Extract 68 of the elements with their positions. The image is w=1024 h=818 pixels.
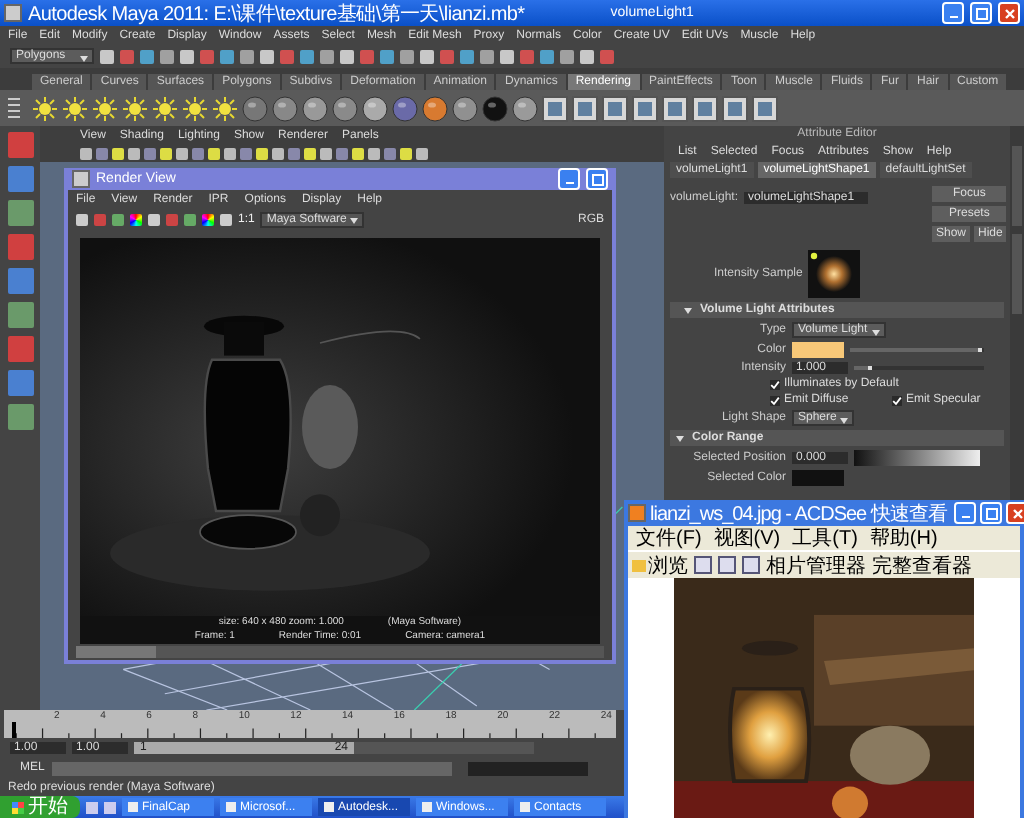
close-button[interactable] <box>998 2 1020 24</box>
maximize-button[interactable] <box>980 502 1003 524</box>
color-swatch[interactable] <box>792 470 844 486</box>
window-title: lianzi_ws_04.jpg - ACDSee 快速查看 <box>650 501 947 527</box>
minimize-button[interactable] <box>942 2 964 24</box>
app-icon <box>4 4 22 22</box>
sphere-icon[interactable] <box>242 95 268 121</box>
slider-handle[interactable] <box>854 366 871 370</box>
maximize-button[interactable] <box>970 2 992 24</box>
maximize-button[interactable] <box>586 168 608 190</box>
tool-icon[interactable] <box>7 268 33 294</box>
checkmark-icon <box>891 395 902 405</box>
caret-icon <box>350 218 359 224</box>
toolbar-button[interactable]: 完整查看器 <box>872 551 972 579</box>
app-icon <box>628 504 646 522</box>
light-icon[interactable] <box>152 95 178 121</box>
light-icon[interactable] <box>212 95 238 121</box>
menu-item[interactable]: 帮助(H) <box>869 524 938 552</box>
minimize-button[interactable] <box>954 502 977 524</box>
toolbar-button[interactable]: 相片管理器 <box>766 551 866 579</box>
minimize-button[interactable] <box>558 168 580 190</box>
light-icon[interactable] <box>182 95 208 121</box>
render-icon[interactable] <box>602 95 628 121</box>
menu-item[interactable]: 文件(F) <box>636 524 702 552</box>
command-field[interactable] <box>52 761 453 775</box>
color-swatch[interactable] <box>792 342 844 358</box>
light-sample-swatch <box>808 250 861 298</box>
menu-item[interactable]: 工具(T) <box>792 524 858 552</box>
sphere-icon[interactable] <box>272 95 298 121</box>
sphere-icon[interactable] <box>302 95 328 121</box>
caret-icon <box>871 329 880 335</box>
render-icon[interactable] <box>632 95 658 121</box>
close-icon <box>1003 7 1015 19</box>
sphere-icon[interactable] <box>332 95 358 121</box>
sphere-icon[interactable] <box>392 95 418 121</box>
sphere-icon[interactable] <box>512 95 538 121</box>
slider-handle[interactable] <box>850 348 982 352</box>
render-icon[interactable] <box>662 95 688 121</box>
render-icon[interactable] <box>722 95 748 121</box>
render-icon[interactable] <box>542 95 568 121</box>
color-ramp[interactable] <box>854 450 980 466</box>
menu-item[interactable]: 视图(V) <box>713 524 781 552</box>
render-icon[interactable] <box>572 95 598 121</box>
command-result-field <box>468 761 589 775</box>
light-icon[interactable] <box>92 95 118 121</box>
sphere-icon[interactable] <box>452 95 478 121</box>
sphere-icon[interactable] <box>362 95 388 121</box>
render-icon[interactable] <box>752 95 778 121</box>
sphere-icon[interactable] <box>422 95 448 121</box>
sphere-icon[interactable] <box>482 95 508 121</box>
browse-button[interactable]: 浏览 <box>632 551 688 579</box>
app-icon <box>72 170 90 188</box>
close-icon <box>1011 507 1024 519</box>
current-time-marker[interactable] <box>12 722 16 738</box>
window-title: Autodesk Maya 2011: E:\课件\texture基础\第一天\lianzi.mb* <box>28 1 525 27</box>
light-icon[interactable] <box>32 95 58 121</box>
render-icon[interactable] <box>692 95 718 121</box>
caret-icon <box>80 55 88 61</box>
caret-icon <box>840 417 849 423</box>
tool-icon[interactable] <box>7 166 33 192</box>
light-icon[interactable] <box>62 95 88 121</box>
close-button[interactable] <box>1006 502 1024 524</box>
tool-icon[interactable] <box>7 370 33 396</box>
scroll-bar[interactable] <box>76 646 604 658</box>
tool-icon[interactable] <box>7 404 33 430</box>
tool-icon[interactable] <box>7 302 33 328</box>
light-icon[interactable] <box>122 95 148 121</box>
tool-icon[interactable] <box>7 200 33 226</box>
